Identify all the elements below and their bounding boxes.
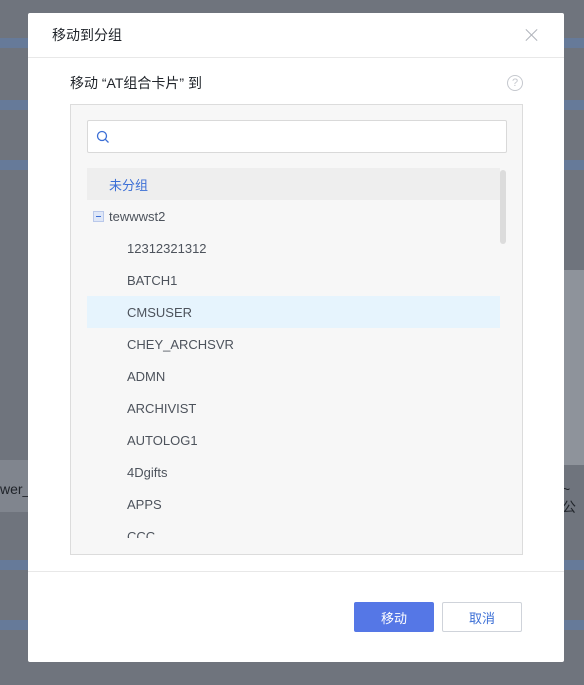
tree-item[interactable]: BATCH1: [87, 264, 500, 296]
tree-item[interactable]: ADMN: [87, 360, 500, 392]
cancel-button[interactable]: 取消: [442, 602, 522, 632]
tree-item-label: ARCHIVIST: [127, 400, 197, 416]
bg-left-text: wer_: [0, 481, 31, 497]
tree-item-label: APPS: [127, 496, 162, 512]
search-icon: [96, 130, 109, 143]
group-panel: 未分组 tewwwst2 12312321312 BATCH1 CMSUSER …: [70, 104, 523, 555]
help-icon[interactable]: ?: [507, 75, 523, 91]
tree-scrollbar[interactable]: [500, 168, 506, 538]
dialog-header: 移动到分组: [28, 13, 564, 58]
dialog-subtitle: 移动 “AT组合卡片” 到: [70, 75, 202, 91]
tree-item-label: 未分组: [109, 177, 149, 193]
tree-item-label: CMSUSER: [127, 304, 193, 320]
tree-item[interactable]: ARCHIVIST: [87, 392, 500, 424]
tree-item-label: 4Dgifts: [127, 464, 168, 480]
close-icon[interactable]: [524, 27, 540, 43]
tree-item[interactable]: 12312321312: [87, 232, 500, 264]
search-input[interactable]: [116, 122, 506, 151]
bg-right-text: ~公: [562, 481, 576, 515]
tree-item-label: CHEY_ARCHSVR: [127, 336, 234, 352]
tree-item[interactable]: AUTOLOG1: [87, 424, 500, 456]
search-box[interactable]: [87, 120, 507, 153]
dialog-title: 移动到分组: [52, 27, 122, 43]
tree-item-label: CCC: [127, 528, 156, 539]
tree-item[interactable]: CCC: [87, 520, 500, 539]
move-button[interactable]: 移动: [354, 602, 434, 632]
tree-item-ungrouped[interactable]: 未分组: [87, 168, 500, 200]
bg-card: [564, 270, 584, 465]
group-tree: 未分组 tewwwst2 12312321312 BATCH1 CMSUSER …: [87, 168, 500, 538]
tree-item-label: 12312321312: [127, 240, 207, 256]
tree-group-label: tewwwst2: [109, 208, 166, 224]
tree-item-label: ADMN: [127, 368, 166, 384]
move-to-group-dialog: 移动到分组 移动 “AT组合卡片” 到 ? 未分组 tewwwst2 12312…: [28, 13, 564, 662]
tree-item[interactable]: CHEY_ARCHSVR: [87, 328, 500, 360]
tree-item[interactable]: 4Dgifts: [87, 456, 500, 488]
dialog-footer: 移动 取消: [28, 571, 564, 662]
subtitle-row: 移动 “AT组合卡片” 到 ?: [70, 73, 523, 93]
tree-item-selected[interactable]: CMSUSER: [87, 296, 500, 328]
scrollbar-thumb[interactable]: [500, 170, 506, 244]
tree-item[interactable]: APPS: [87, 488, 500, 520]
tree-item-label: BATCH1: [127, 272, 178, 288]
collapse-icon[interactable]: [93, 210, 104, 222]
tree-group-tewwwst2[interactable]: tewwwst2: [87, 200, 500, 232]
tree-item-label: AUTOLOG1: [127, 432, 198, 448]
